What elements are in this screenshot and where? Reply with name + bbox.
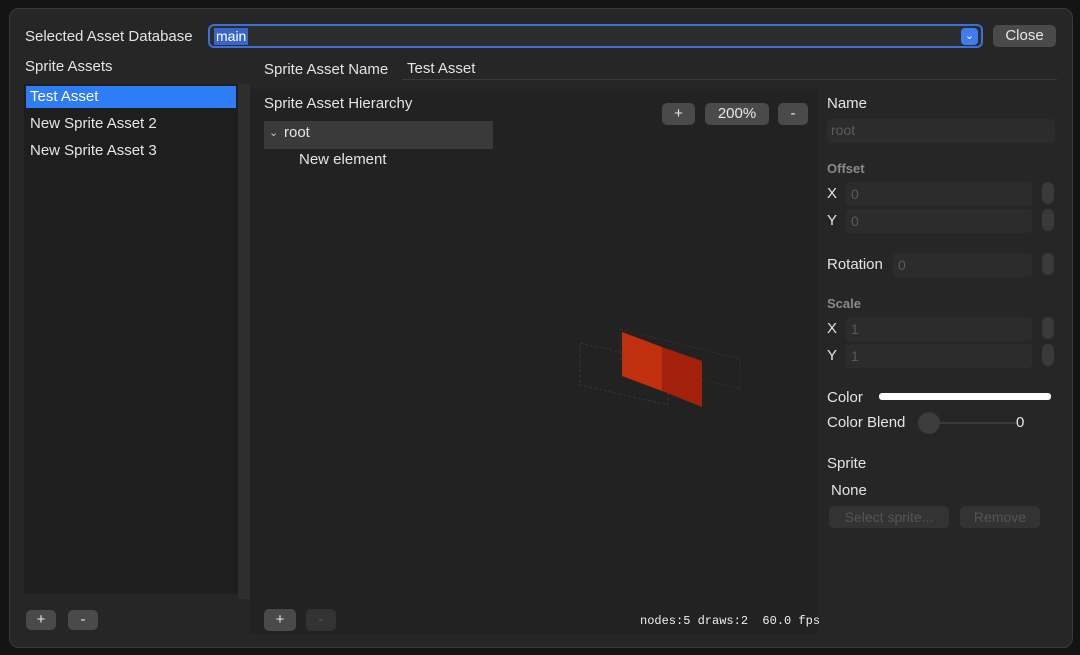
scale-x-stepper[interactable] — [1042, 317, 1054, 339]
scale-y-label: Y — [827, 347, 838, 364]
offset-x-label: X — [827, 185, 838, 202]
remove-sprite-button[interactable]: Remove — [960, 506, 1040, 528]
scale-y-field[interactable]: 1 — [846, 344, 1032, 368]
offset-label: Offset — [827, 161, 865, 176]
select-sprite-button[interactable]: Select sprite... — [829, 506, 949, 528]
rotation-field[interactable]: 0 — [893, 253, 1032, 277]
color-blend-value: 0 — [1016, 414, 1025, 431]
chevron-down-icon: ⌄ — [961, 28, 978, 45]
offset-x-value: 0 — [851, 186, 859, 202]
asset-database-label: Selected Asset Database — [25, 28, 193, 45]
sprite-asset-item[interactable]: New Sprite Asset 2 — [26, 113, 236, 135]
color-blend-label: Color Blend — [827, 414, 906, 431]
sprite-value: None — [831, 482, 867, 499]
asset-name-label: Sprite Asset Name — [264, 61, 389, 78]
sprite-asset-item[interactable]: Test Asset — [26, 86, 236, 108]
add-asset-button[interactable]: + — [26, 610, 56, 630]
scale-x-label: X — [827, 320, 838, 337]
asset-name-value: Test Asset — [407, 60, 476, 77]
zoom-in-button[interactable]: + — [662, 103, 695, 125]
tree-item-new-element[interactable]: New element — [299, 151, 387, 168]
offset-x-stepper[interactable] — [1042, 182, 1054, 204]
sprite-preview — [579, 328, 741, 407]
zoom-out-button[interactable]: - — [778, 103, 808, 125]
sprite-assets-list: Test Asset New Sprite Asset 2 New Sprite… — [24, 84, 238, 594]
sprite-face-left — [622, 332, 662, 391]
panel-splitter[interactable] — [238, 84, 250, 599]
chevron-down-icon: ⌄ — [269, 127, 279, 139]
close-button[interactable]: Close — [993, 25, 1056, 47]
zoom-level-display[interactable]: 200% — [705, 103, 769, 125]
asset-database-select[interactable]: main ⌄ — [208, 24, 983, 48]
element-name-value: root — [831, 122, 856, 138]
remove-asset-button[interactable]: - — [68, 610, 98, 630]
remove-element-button[interactable]: - — [306, 609, 336, 631]
render-stats: nodes:5 draws:2 60.0 fps — [640, 614, 821, 628]
color-swatch[interactable] — [879, 393, 1051, 400]
offset-x-field[interactable]: 0 — [846, 182, 1032, 206]
tree-item-label: root — [284, 124, 310, 141]
offset-y-label: Y — [827, 212, 838, 229]
rotation-label: Rotation — [827, 256, 883, 273]
scale-x-field[interactable]: 1 — [846, 317, 1032, 341]
sprite-assets-title: Sprite Assets — [25, 58, 113, 75]
sprite-asset-editor-window: Selected Asset Database main ⌄ Close Spr… — [9, 8, 1073, 648]
asset-database-value: main — [214, 28, 249, 45]
offset-y-stepper[interactable] — [1042, 209, 1054, 231]
add-element-button[interactable]: + — [264, 609, 296, 631]
inspector-name-label: Name — [827, 95, 868, 112]
rotation-stepper[interactable] — [1042, 253, 1054, 275]
color-blend-thumb[interactable] — [918, 412, 940, 434]
scale-label: Scale — [827, 296, 861, 311]
scale-x-value: 1 — [851, 321, 859, 337]
scale-y-stepper[interactable] — [1042, 344, 1054, 366]
hierarchy-label: Sprite Asset Hierarchy — [264, 95, 413, 112]
asset-name-field[interactable]: Test Asset — [402, 59, 1057, 80]
offset-y-field[interactable]: 0 — [846, 209, 1032, 233]
sprite-asset-item[interactable]: New Sprite Asset 3 — [26, 140, 236, 162]
rotation-value: 0 — [898, 257, 906, 273]
sprite-viewport[interactable] — [250, 89, 818, 634]
scale-y-value: 1 — [851, 348, 859, 364]
offset-y-value: 0 — [851, 213, 859, 229]
sprite-label: Sprite — [827, 455, 867, 472]
element-name-field[interactable]: root — [827, 119, 1055, 143]
color-label: Color — [827, 389, 863, 406]
tree-item-root[interactable]: ⌄ root — [264, 121, 493, 149]
